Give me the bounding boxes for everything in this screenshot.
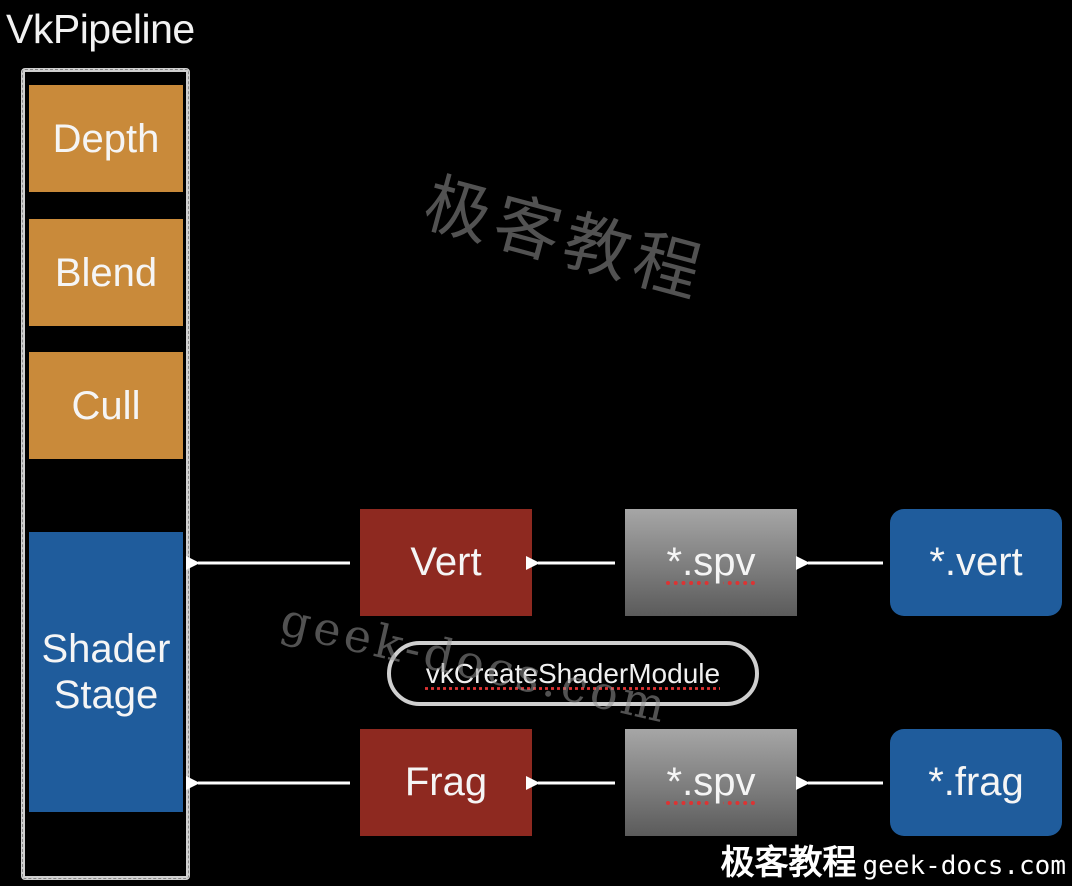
footer-watermark-cn: 极客教程 (720, 843, 857, 883)
footer-watermark: 极客教程 geek-docs.com (721, 835, 1067, 884)
footer-watermark-url: geek-docs.com (862, 851, 1067, 881)
arrows-layer (186, 556, 883, 790)
